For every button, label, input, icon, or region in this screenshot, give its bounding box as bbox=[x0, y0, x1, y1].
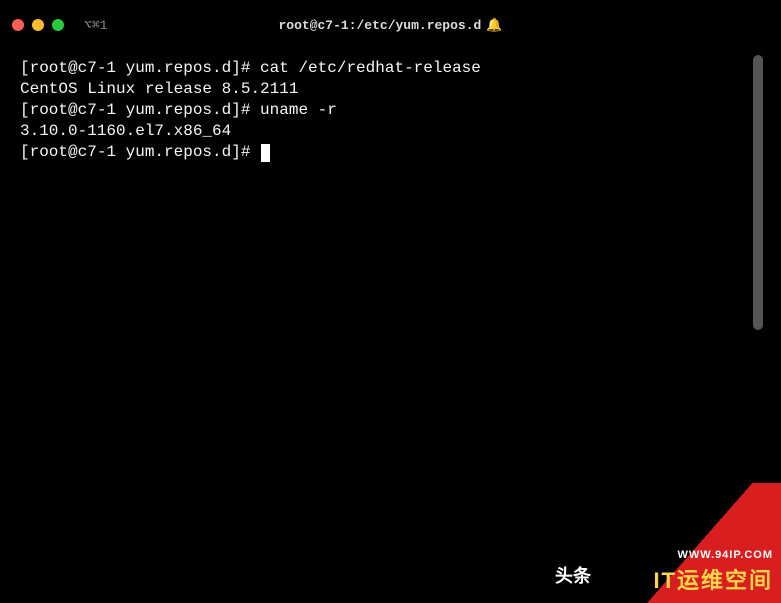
traffic-lights bbox=[12, 19, 64, 31]
maximize-window-button[interactable] bbox=[52, 19, 64, 31]
watermark-side-text: 头条 bbox=[555, 562, 591, 588]
window-title: root@c7-1:/etc/yum.repos.d 🔔 bbox=[278, 18, 502, 33]
watermark: 头条 WWW.94IP.COM IT运维空间 bbox=[541, 483, 781, 603]
terminal-prompt: [root@c7-1 yum.repos.d]# bbox=[20, 142, 260, 163]
minimize-window-button[interactable] bbox=[32, 19, 44, 31]
terminal-line: [root@c7-1 yum.repos.d]# uname -r bbox=[20, 100, 777, 121]
close-window-button[interactable] bbox=[12, 19, 24, 31]
bell-icon: 🔔 bbox=[486, 18, 502, 33]
shortcut-hint: ⌥⌘1 bbox=[84, 18, 107, 33]
terminal-line: [root@c7-1 yum.repos.d]# cat /etc/redhat… bbox=[20, 58, 777, 79]
terminal-prompt-line: [root@c7-1 yum.repos.d]# bbox=[20, 142, 777, 163]
watermark-main: IT运维空间 bbox=[653, 563, 773, 595]
terminal-line: CentOS Linux release 8.5.2111 bbox=[20, 79, 777, 100]
watermark-text: WWW.94IP.COM IT运维空间 bbox=[653, 549, 773, 595]
window-title-text: root@c7-1:/etc/yum.repos.d bbox=[278, 18, 481, 33]
cursor-icon bbox=[261, 144, 270, 162]
watermark-url: WWW.94IP.COM bbox=[653, 549, 773, 561]
scrollbar[interactable] bbox=[753, 55, 763, 330]
terminal-line: 3.10.0-1160.el7.x86_64 bbox=[20, 121, 777, 142]
title-bar: ⌥⌘1 root@c7-1:/etc/yum.repos.d 🔔 bbox=[0, 0, 781, 50]
